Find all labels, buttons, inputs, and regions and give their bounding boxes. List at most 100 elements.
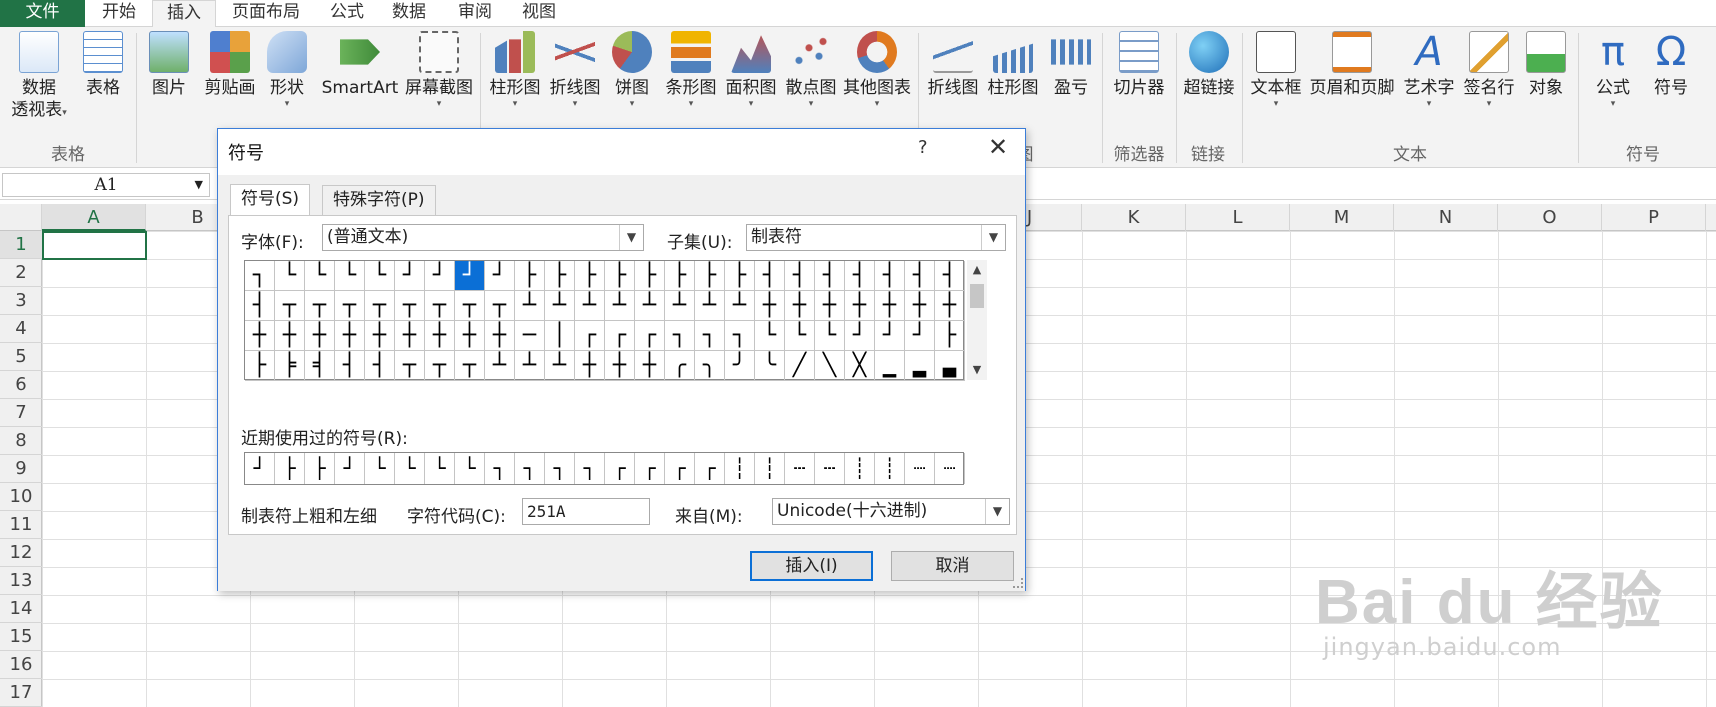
symbol-cell[interactable]: └ — [365, 261, 395, 291]
symbol-cell[interactable]: ┼ — [455, 321, 485, 351]
symbol-cell[interactable]: ┐ — [665, 321, 695, 351]
row-header[interactable]: 4 — [0, 315, 42, 343]
recent-symbol-cell[interactable]: ├ — [275, 453, 305, 484]
symbol-cell[interactable]: ┼ — [785, 291, 815, 321]
symbol-cell[interactable]: ┘ — [485, 261, 515, 291]
symbol-cell[interactable]: ┬ — [395, 291, 425, 321]
symbol-cell[interactable]: ┬ — [455, 291, 485, 321]
symbol-button[interactable]: Ω 符号 — [1644, 31, 1698, 99]
row-header[interactable]: 6 — [0, 371, 42, 399]
symbol-cell[interactable]: ┴ — [575, 291, 605, 321]
symbol-cell[interactable]: ├ — [935, 321, 965, 351]
symbol-cell[interactable]: └ — [275, 261, 305, 291]
symbol-cell[interactable]: ┴ — [605, 291, 635, 321]
symbol-cell[interactable]: ┌ — [605, 321, 635, 351]
recent-symbol-cell[interactable]: ┌ — [695, 453, 725, 484]
symbol-cell[interactable]: ┐ — [725, 321, 755, 351]
tab-symbols[interactable]: 符号(S) — [230, 184, 311, 216]
symbol-cell[interactable]: ┼ — [425, 321, 455, 351]
symbol-cell[interactable]: ┬ — [365, 291, 395, 321]
recent-symbol-cell[interactable]: ┌ — [665, 453, 695, 484]
insert-button[interactable]: 插入(I) — [750, 551, 873, 581]
pie-chart-button[interactable]: 饼图 ▾ — [608, 31, 656, 109]
symbol-cell[interactable]: ┤ — [365, 351, 395, 381]
symbol-cell[interactable]: ┌ — [635, 321, 665, 351]
tab-insert[interactable]: 插入 — [152, 0, 216, 28]
textbox-button[interactable]: 文本框 ▾ — [1246, 31, 1306, 109]
bar-chart-button[interactable]: 条形图 ▾ — [662, 31, 720, 109]
row-header[interactable]: 9 — [0, 455, 42, 483]
column-header[interactable]: M — [1290, 204, 1394, 231]
symbol-cell[interactable]: ┼ — [635, 351, 665, 381]
table-button[interactable]: 表格 — [80, 31, 126, 99]
tab-page-layout[interactable]: 页面布局 — [218, 0, 314, 27]
column-header[interactable]: K — [1082, 204, 1186, 231]
row-header[interactable]: 11 — [0, 511, 42, 539]
row-header[interactable]: 12 — [0, 539, 42, 567]
chevron-down-icon[interactable]: ▼ — [985, 499, 1009, 524]
char-code-input[interactable]: 251A — [522, 498, 650, 525]
row-header[interactable]: 5 — [0, 343, 42, 371]
hyperlink-button[interactable]: 超链接 — [1178, 31, 1240, 99]
symbol-cell[interactable]: ┼ — [365, 321, 395, 351]
symbol-cell[interactable]: ┼ — [875, 291, 905, 321]
symbol-cell[interactable]: ╳ — [845, 351, 875, 381]
tab-formulas[interactable]: 公式 — [316, 0, 378, 27]
symbol-cell[interactable]: └ — [815, 321, 845, 351]
sparkline-winloss-button[interactable]: 盈亏 — [1046, 31, 1096, 99]
close-icon[interactable]: ✕ — [978, 132, 1018, 164]
symbol-cell[interactable]: ├ — [695, 261, 725, 291]
scroll-up-icon[interactable]: ▲ — [967, 260, 987, 280]
row-header[interactable]: 2 — [0, 259, 42, 287]
recent-symbol-cell[interactable]: ┈ — [905, 453, 935, 484]
screenshot-button[interactable]: 屏幕截图 ▾ — [402, 31, 476, 109]
symbol-cell[interactable]: ┼ — [935, 291, 965, 321]
symbol-cell[interactable]: └ — [755, 321, 785, 351]
recent-symbol-cell[interactable]: ┄ — [815, 453, 845, 484]
symbol-cell[interactable]: ┘ — [425, 261, 455, 291]
symbol-cell[interactable]: ┘ — [845, 321, 875, 351]
column-header[interactable]: P — [1602, 204, 1706, 231]
smartart-button[interactable]: SmartArt — [318, 31, 402, 99]
symbol-cell[interactable]: ├ — [665, 261, 695, 291]
symbol-cell[interactable]: ┘ — [905, 321, 935, 351]
symbol-cell[interactable]: ╱ — [785, 351, 815, 381]
symbol-cell[interactable]: ┬ — [305, 291, 335, 321]
row-header[interactable]: 16 — [0, 651, 42, 679]
symbol-cell[interactable]: └ — [335, 261, 365, 291]
symbol-cell[interactable]: ├ — [575, 261, 605, 291]
tab-file[interactable]: 文件 — [0, 0, 85, 27]
symbol-cell[interactable]: ┬ — [425, 351, 455, 381]
symbol-cell[interactable]: ┤ — [815, 261, 845, 291]
clipart-button[interactable]: 剪贴画 — [200, 31, 260, 99]
tab-view[interactable]: 视图 — [508, 0, 570, 27]
symbol-cell[interactable]: ┬ — [275, 291, 305, 321]
chevron-down-icon[interactable]: ▼ — [195, 174, 203, 196]
symbol-grid-scrollbar[interactable]: ▲ ▼ — [967, 260, 987, 380]
symbol-cell[interactable]: ┼ — [905, 291, 935, 321]
recent-symbol-cell[interactable]: ├ — [305, 453, 335, 484]
symbol-cell[interactable]: ┤ — [785, 261, 815, 291]
symbol-cell[interactable]: ┘ — [455, 261, 485, 291]
subset-select[interactable]: 制表符 ▼ — [746, 224, 1006, 251]
chevron-down-icon[interactable]: ▼ — [981, 225, 1005, 250]
column-header[interactable]: A — [42, 204, 146, 231]
sparkline-line-button[interactable]: 折线图 — [924, 31, 982, 99]
line-chart-button[interactable]: 折线图 ▾ — [546, 31, 604, 109]
symbol-cell[interactable]: ├ — [635, 261, 665, 291]
cancel-button[interactable]: 取消 — [891, 551, 1014, 581]
symbol-cell[interactable]: ┘ — [875, 321, 905, 351]
symbol-cell[interactable]: ─ — [515, 321, 545, 351]
symbol-cell[interactable]: ┤ — [845, 261, 875, 291]
symbol-cell[interactable]: ╰ — [755, 351, 785, 381]
symbol-cell[interactable]: ┬ — [395, 351, 425, 381]
symbol-cell[interactable]: ┴ — [695, 291, 725, 321]
symbol-cell[interactable]: └ — [305, 261, 335, 291]
row-header[interactable]: 7 — [0, 399, 42, 427]
column-header[interactable]: N — [1394, 204, 1498, 231]
symbol-cell[interactable]: ┼ — [335, 321, 365, 351]
symbol-cell[interactable]: ┼ — [605, 351, 635, 381]
symbol-cell[interactable]: ┐ — [245, 261, 275, 291]
row-header[interactable]: 8 — [0, 427, 42, 455]
symbol-cell[interactable]: ┤ — [755, 261, 785, 291]
